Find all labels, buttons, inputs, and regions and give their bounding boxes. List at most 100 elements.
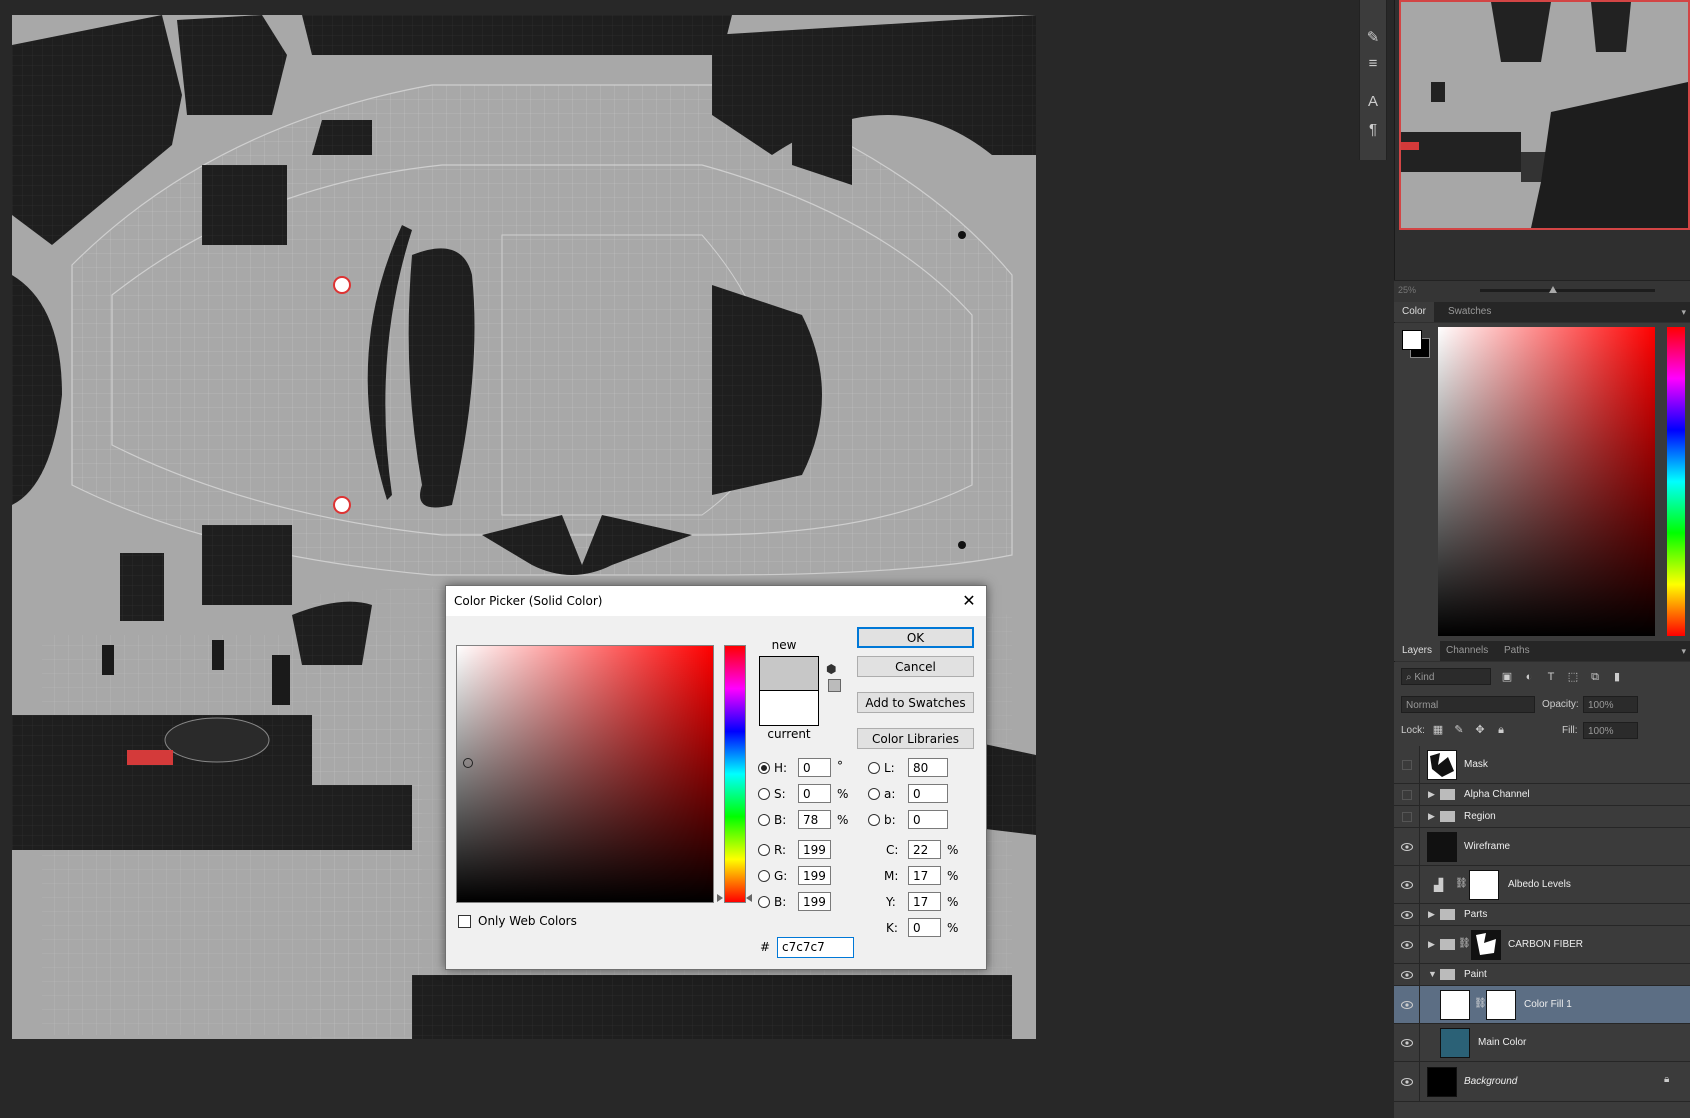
blend-mode-select[interactable]: Normal xyxy=(1401,696,1535,713)
cyan-input[interactable]: 22 xyxy=(908,840,941,859)
tab-color[interactable]: Color xyxy=(1394,302,1434,322)
expand-arrow-icon[interactable]: ▶ xyxy=(1428,789,1435,800)
layer-row-background[interactable]: Background 🔒︎ xyxy=(1394,1062,1690,1102)
filter-type-icon[interactable]: T xyxy=(1544,670,1558,684)
tab-layers[interactable]: Layers xyxy=(1394,641,1441,661)
add-to-swatches-button[interactable]: Add to Swatches xyxy=(857,692,974,713)
visibility-toggle[interactable] xyxy=(1394,1024,1420,1061)
black-input[interactable]: 0 xyxy=(908,918,941,937)
blue-radio[interactable] xyxy=(758,896,770,908)
red-input[interactable]: 199 xyxy=(798,840,831,859)
visibility-toggle[interactable] xyxy=(1394,964,1420,985)
lab-a-radio[interactable] xyxy=(868,788,880,800)
color-field[interactable] xyxy=(456,645,714,903)
layer-filter-kind-select[interactable]: ⌕ Kind xyxy=(1401,668,1491,685)
cancel-button[interactable]: Cancel xyxy=(857,656,974,677)
visibility-toggle[interactable] xyxy=(1394,806,1420,827)
expand-arrow-icon[interactable]: ▶ xyxy=(1428,811,1435,822)
current-color-swatch[interactable] xyxy=(759,690,819,726)
lock-position-icon[interactable]: ✥ xyxy=(1473,723,1487,737)
lab-b-radio[interactable] xyxy=(868,814,880,826)
opacity-input[interactable]: 100% xyxy=(1583,696,1638,713)
visibility-toggle[interactable] xyxy=(1394,828,1420,865)
layer-row-carbon-fiber[interactable]: ▶ ⛓ CARBON FIBER xyxy=(1394,926,1690,964)
lab-b-input[interactable]: 0 xyxy=(908,810,948,829)
layer-row-wireframe[interactable]: Wireframe xyxy=(1394,828,1690,866)
only-web-colors-checkbox[interactable] xyxy=(458,915,471,928)
brush-preset-icon[interactable]: ✎ xyxy=(1363,28,1383,48)
visibility-toggle[interactable] xyxy=(1394,986,1420,1023)
web-safe-swatch-icon[interactable] xyxy=(828,679,841,692)
saturation-input[interactable]: 0 xyxy=(798,784,831,803)
visibility-toggle[interactable] xyxy=(1394,1062,1420,1101)
lock-transparent-icon[interactable]: ▦ xyxy=(1431,723,1445,737)
filter-toggle-icon[interactable]: ▮ xyxy=(1610,670,1624,684)
navigator-zoom-slider-knob[interactable] xyxy=(1549,286,1557,293)
tab-swatches[interactable]: Swatches xyxy=(1440,302,1499,322)
visibility-toggle[interactable] xyxy=(1394,866,1420,903)
red-radio[interactable] xyxy=(758,844,770,856)
expand-arrow-icon[interactable]: ▶ xyxy=(1428,939,1435,950)
brightness-radio[interactable] xyxy=(758,814,770,826)
link-icon[interactable]: ⛓ xyxy=(1455,878,1468,889)
color-panel-hue-spectrum[interactable] xyxy=(1667,327,1685,636)
color-field-marker[interactable] xyxy=(463,758,473,768)
green-input[interactable]: 199 xyxy=(798,866,831,885)
layers-panel-menu-icon[interactable]: ▾ xyxy=(1681,641,1686,661)
filter-shape-icon[interactable]: ⬚ xyxy=(1566,670,1580,684)
blue-input[interactable]: 199 xyxy=(798,892,831,911)
character-icon[interactable]: A xyxy=(1363,92,1383,112)
panel-menu-icon[interactable]: ▾ xyxy=(1681,302,1686,322)
layer-row-mask[interactable]: Mask xyxy=(1394,746,1690,784)
color-libraries-button[interactable]: Color Libraries xyxy=(857,728,974,749)
ok-button[interactable]: OK xyxy=(857,627,974,648)
hue-slider[interactable] xyxy=(724,645,746,903)
visibility-toggle[interactable] xyxy=(1394,904,1420,925)
layer-row-paint[interactable]: ▼ Paint xyxy=(1394,964,1690,986)
filter-smart-object-icon[interactable]: ⧉ xyxy=(1588,670,1602,684)
lock-pixels-icon[interactable]: ✎ xyxy=(1452,723,1466,737)
layer-row-color-fill-1[interactable]: ⛓ Color Fill 1 xyxy=(1394,986,1690,1024)
navigator-zoom-value[interactable]: 25% xyxy=(1398,285,1416,295)
layer-row-albedo-levels[interactable]: ▟ ⛓ Albedo Levels xyxy=(1394,866,1690,904)
layer-row-main-color[interactable]: Main Color xyxy=(1394,1024,1690,1062)
green-radio[interactable] xyxy=(758,870,770,882)
paragraph-icon[interactable]: ¶ xyxy=(1363,120,1383,140)
fill-input[interactable]: 100% xyxy=(1583,722,1638,739)
tab-channels[interactable]: Channels xyxy=(1438,641,1496,661)
color-panel-field[interactable] xyxy=(1438,327,1655,636)
visibility-toggle[interactable] xyxy=(1394,784,1420,805)
visibility-toggle[interactable] xyxy=(1394,746,1420,783)
magenta-input[interactable]: 17 xyxy=(908,866,941,885)
hue-slider-left-arrow-icon[interactable] xyxy=(717,894,723,902)
visibility-toggle[interactable] xyxy=(1394,926,1420,963)
layer-row-parts[interactable]: ▶ Parts xyxy=(1394,904,1690,926)
layer-row-alpha-channel[interactable]: ▶ Alpha Channel xyxy=(1394,784,1690,806)
link-icon[interactable]: ⛓ xyxy=(1474,998,1487,1009)
cube-icon[interactable]: ⬢ xyxy=(826,662,836,676)
filter-pixel-icon[interactable]: ▣ xyxy=(1500,670,1514,684)
yellow-input[interactable]: 17 xyxy=(908,892,941,911)
foreground-color-swatch[interactable] xyxy=(1402,330,1422,350)
dialog-titlebar[interactable]: Color Picker (Solid Color) ✕ xyxy=(446,586,986,616)
close-icon[interactable]: ✕ xyxy=(958,590,980,612)
hex-input[interactable]: c7c7c7 xyxy=(777,937,854,958)
lock-all-icon[interactable]: 🔒︎ xyxy=(1494,723,1508,737)
navigator-preview[interactable] xyxy=(1399,0,1690,230)
lock-icon[interactable]: 🔒︎ xyxy=(1664,1074,1669,1085)
brightness-input[interactable]: 78 xyxy=(798,810,831,829)
collapse-arrow-icon[interactable]: ▼ xyxy=(1428,969,1437,979)
hue-input[interactable]: 0 xyxy=(798,758,831,777)
hue-slider-right-arrow-icon[interactable] xyxy=(746,894,752,902)
lightness-radio[interactable] xyxy=(868,762,880,774)
saturation-radio[interactable] xyxy=(758,788,770,800)
hue-radio[interactable] xyxy=(758,762,770,774)
filter-adjustment-icon[interactable]: ◐ xyxy=(1522,670,1536,684)
expand-arrow-icon[interactable]: ▶ xyxy=(1428,909,1435,920)
lightness-input[interactable]: 80 xyxy=(908,758,948,777)
layer-row-region[interactable]: ▶ Region xyxy=(1394,806,1690,828)
tab-paths[interactable]: Paths xyxy=(1496,641,1538,661)
adjustments-icon[interactable]: ≡ xyxy=(1363,54,1383,74)
lab-a-input[interactable]: 0 xyxy=(908,784,948,803)
link-icon[interactable]: ⛓ xyxy=(1458,938,1471,949)
